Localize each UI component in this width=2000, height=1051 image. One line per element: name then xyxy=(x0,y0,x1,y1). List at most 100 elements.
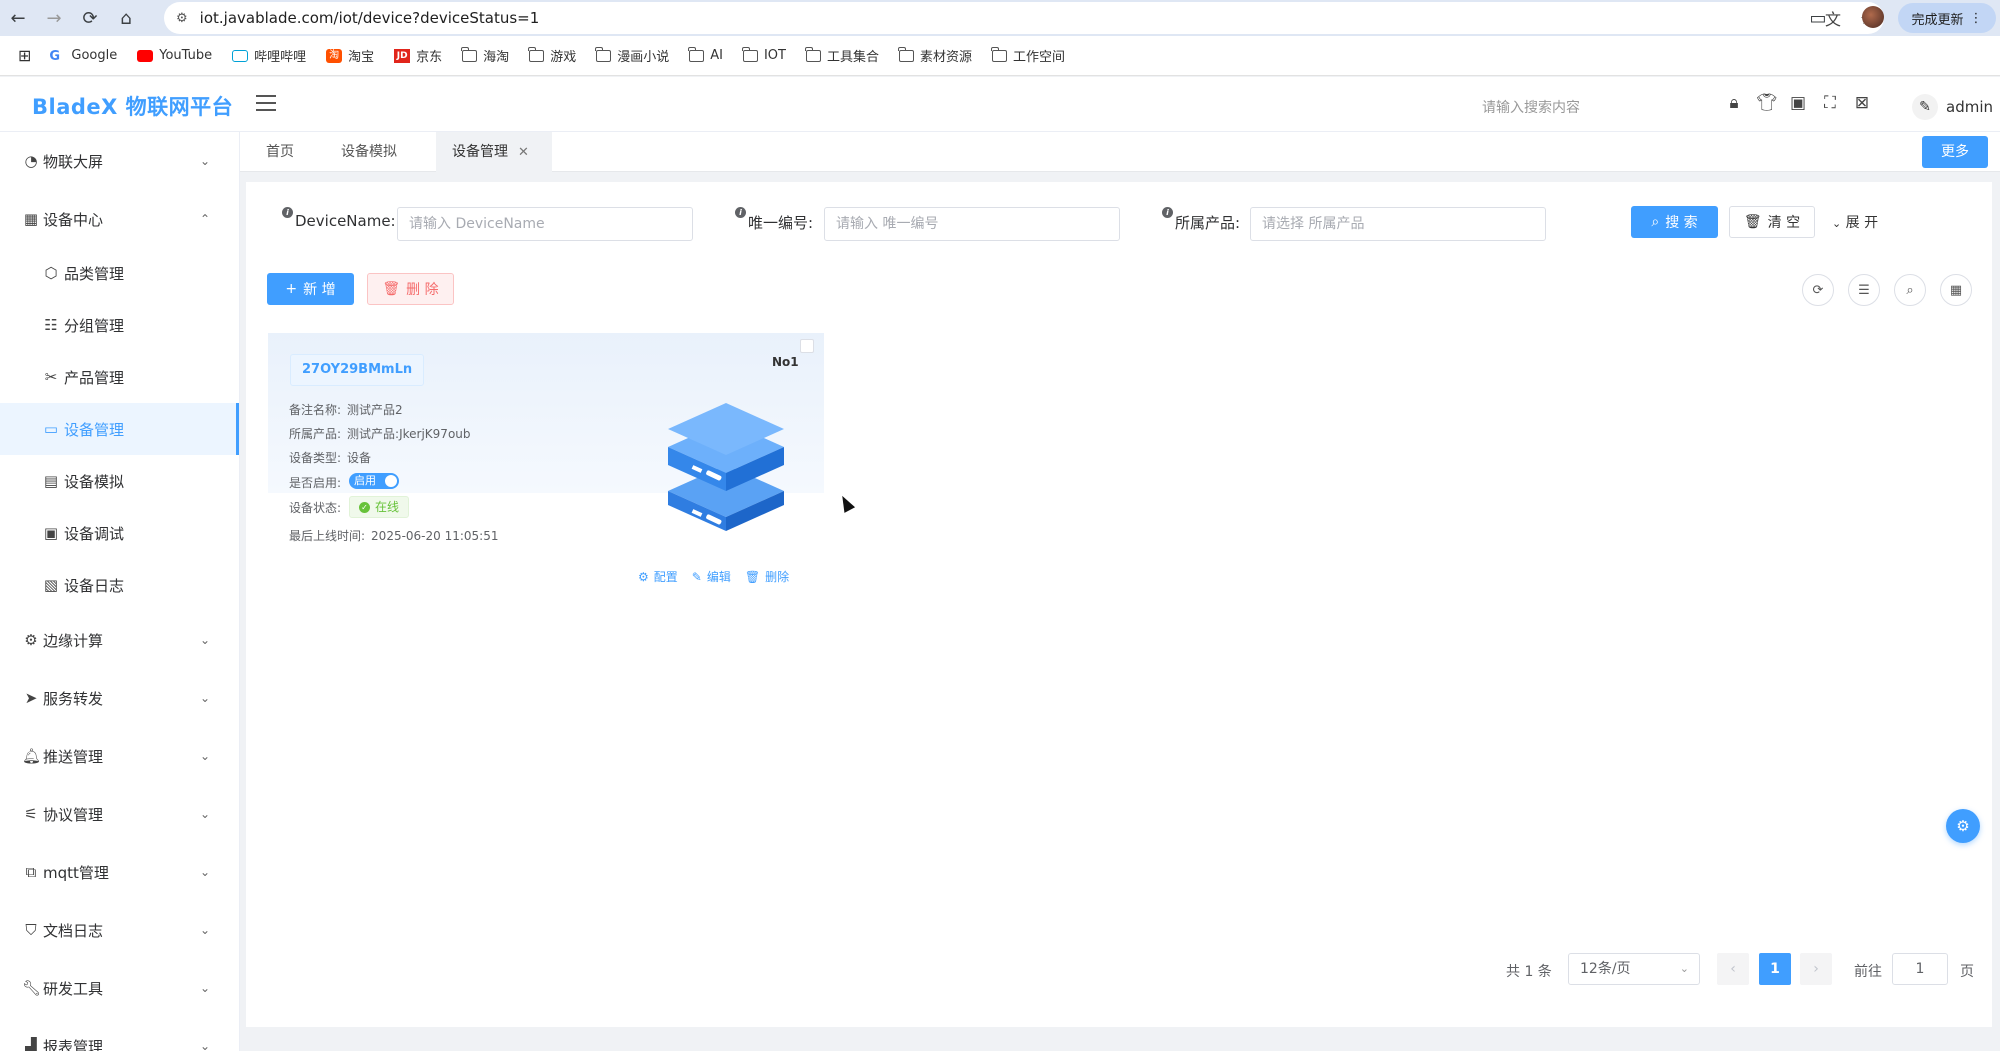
sidebar-item-dashboard[interactable]: ◔ 物联大屏 ⌄ xyxy=(0,135,239,187)
forward-icon[interactable]: → xyxy=(36,0,72,36)
back-icon[interactable]: ← xyxy=(0,0,36,36)
bookmark-folder[interactable]: 工作空间 xyxy=(991,46,1066,65)
tab-simulator[interactable]: 设备模拟 xyxy=(325,132,413,172)
sidebar-item-label: 服务转发 xyxy=(43,689,104,708)
header-search-input[interactable]: 请输入搜索内容 xyxy=(1482,97,1580,117)
lock-icon[interactable]: 🔒︎ xyxy=(1724,93,1744,113)
status-label: 设备状态: xyxy=(289,501,342,515)
sidebar-item-forward[interactable]: ➤ 服务转发 ⌄ xyxy=(0,672,239,724)
log-icon: ▧ xyxy=(43,576,59,594)
more-button[interactable]: 更多 xyxy=(1922,136,1988,168)
language-icon[interactable]: ▣ xyxy=(1788,93,1808,113)
menu-toggle-icon[interactable] xyxy=(256,95,276,116)
bookmark-folder[interactable]: 工具集合 xyxy=(804,46,879,65)
refresh-icon[interactable]: ⟳ xyxy=(1802,274,1834,306)
jd-icon: JD xyxy=(394,48,411,63)
update-button[interactable]: 完成更新 ⋮ xyxy=(1898,3,1996,33)
delete-button[interactable]: 🗑︎ 删 除 xyxy=(367,273,454,305)
sidebar-item-push[interactable]: 🔔︎ 推送管理 ⌄ xyxy=(0,730,239,782)
sidebar-item-devtools[interactable]: 🔧︎ 研发工具 ⌄ xyxy=(0,962,239,1014)
page-number[interactable]: 1 xyxy=(1759,953,1791,985)
search-toggle-icon[interactable]: ⌕ xyxy=(1894,274,1926,306)
page-size-select[interactable]: 12条/页 ⌄ xyxy=(1568,953,1700,985)
tab-home[interactable]: 首页 xyxy=(250,132,310,172)
bookmark-jd[interactable]: JD 京东 xyxy=(394,46,442,65)
device-name-tag[interactable]: 27OY29BMmLn xyxy=(290,354,425,386)
next-page-button[interactable]: › xyxy=(1800,953,1832,985)
google-icon: G xyxy=(49,48,61,64)
tab-device-management[interactable]: 设备管理 ✕ xyxy=(436,132,552,172)
sidebar-item-group[interactable]: ☷ 分组管理 xyxy=(0,299,239,351)
chevron-down-icon: ⌄ xyxy=(200,154,211,168)
fullscreen-icon[interactable]: ⛶ xyxy=(1820,93,1840,113)
plus-icon: + xyxy=(285,281,298,297)
device-checkbox[interactable] xyxy=(800,339,814,353)
sidebar-item-mqtt[interactable]: ⧉ mqtt管理 ⌄ xyxy=(0,846,239,898)
sidebar-item-reports[interactable]: ▟ 报表管理 ⌄ xyxy=(0,1020,239,1051)
search-icon: ⌕ xyxy=(1651,214,1660,230)
bookmark-folder[interactable]: 素材资源 xyxy=(897,46,972,65)
folder-icon xyxy=(461,46,478,62)
bookmark-folder[interactable]: IOT xyxy=(741,46,786,63)
sidebar-item-edge[interactable]: ⚙ 边缘计算 ⌄ xyxy=(0,614,239,666)
debug-icon: ▣ xyxy=(43,524,59,542)
app-logo[interactable]: BladeX 物联网平台 xyxy=(32,91,233,121)
sidebar-item-product[interactable]: ✂ 产品管理 xyxy=(0,351,239,403)
filter-icon[interactable]: ☰ xyxy=(1848,274,1880,306)
url-text[interactable]: iot.javablade.com/iot/device?deviceStatu… xyxy=(200,9,540,27)
close-icon[interactable]: ✕ xyxy=(518,145,529,160)
address-bar[interactable]: ⚙ iot.javablade.com/iot/device?deviceSta… xyxy=(164,2,1884,34)
reload-icon[interactable]: ⟳ xyxy=(72,0,108,36)
theme-icon[interactable]: 👕︎ xyxy=(1756,93,1778,113)
delete-card-button[interactable]: 🗑︎ 删除 xyxy=(745,568,789,585)
bookmark-folder[interactable]: 漫画小说 xyxy=(595,46,669,65)
app-header: BladeX 物联网平台 请输入搜索内容 🔒︎ 👕︎ ▣ ⛶ ⊠ ✎ admin xyxy=(0,77,2000,132)
folder-icon xyxy=(804,46,821,62)
settings-float-icon[interactable]: ⚙ xyxy=(1946,809,1980,843)
sidebar-item-protocol[interactable]: ⚟ 协议管理 ⌄ xyxy=(0,788,239,840)
sidebar-item-docs[interactable]: ⛉ 文档日志 ⌄ xyxy=(0,904,239,956)
enabled-label: 是否启用: xyxy=(289,476,342,490)
clear-button[interactable]: 🗑︎ 清 空 xyxy=(1729,206,1815,238)
grid-view-icon[interactable]: ▦ xyxy=(1940,274,1972,306)
tab-search-icon[interactable]: ▭ xyxy=(1800,0,1836,36)
type-label: 设备类型: xyxy=(289,451,342,465)
device-name-input[interactable]: 请输入 DeviceName xyxy=(397,207,693,241)
unique-id-input[interactable]: 请输入 唯一编号 xyxy=(824,207,1120,241)
bookmark-label: 工作空间 xyxy=(1013,50,1066,65)
expand-toggle[interactable]: ⌄ 展 开 xyxy=(1832,212,1878,232)
screenshot-icon[interactable]: ⊠ xyxy=(1852,93,1872,113)
prev-page-button[interactable]: ‹ xyxy=(1717,953,1749,985)
goto-page-input[interactable]: 1 xyxy=(1892,953,1948,985)
sidebar-item-category[interactable]: ⬡ 品类管理 xyxy=(0,247,239,299)
bookmark-folder[interactable]: 游戏 xyxy=(528,46,576,65)
site-settings-icon[interactable]: ⚙ xyxy=(176,11,188,26)
sidebar-item-device[interactable]: ▭ 设备管理 xyxy=(0,403,239,455)
bookmark-taobao[interactable]: 淘淘宝 xyxy=(326,46,374,65)
header-tools: 🔒︎ 👕︎ ▣ ⛶ ⊠ xyxy=(1724,93,1872,113)
sidebar-item-device-center[interactable]: ▦ 设备中心 ⌃ xyxy=(0,193,239,245)
folder-icon xyxy=(897,46,914,62)
home-icon[interactable]: ⌂ xyxy=(108,0,144,36)
sidebar-item-label: 设备管理 xyxy=(64,420,125,439)
config-button[interactable]: ⚙ 配置 xyxy=(638,568,678,585)
search-button[interactable]: ⌕ 搜 索 xyxy=(1631,206,1718,238)
bookmark-youtube[interactable]: YouTube xyxy=(137,48,212,63)
device-card[interactable]: 27OY29BMmLn No1 备注名称: 测试产品2 所属产品: 测试产品:Jke… xyxy=(268,333,824,591)
sidebar-item-log[interactable]: ▧ 设备日志 xyxy=(0,559,239,611)
bookmark-folder[interactable]: AI xyxy=(688,46,723,63)
product-select[interactable]: 请选择 所属产品 xyxy=(1250,207,1546,241)
bookmark-bilibili[interactable]: 哔哩哔哩 xyxy=(232,46,306,65)
bookmark-google[interactable]: G Google xyxy=(49,48,117,64)
apps-grid-icon[interactable]: ⊞ xyxy=(18,46,31,65)
folder-icon xyxy=(991,46,1007,62)
edit-button[interactable]: ✎ 编辑 xyxy=(692,568,731,585)
enabled-switch[interactable]: 启用 xyxy=(349,473,399,489)
sidebar-item-simulator[interactable]: ▤ 设备模拟 xyxy=(0,455,239,507)
sidebar-item-debug[interactable]: ▣ 设备调试 xyxy=(0,507,239,559)
bookmark-folder[interactable]: 海淘 xyxy=(461,46,509,65)
profile-avatar[interactable] xyxy=(1862,6,1884,28)
chart-icon: ▟ xyxy=(25,1037,37,1051)
add-button[interactable]: + 新 增 xyxy=(267,273,354,305)
user-menu[interactable]: ✎ admin xyxy=(1912,94,1993,120)
